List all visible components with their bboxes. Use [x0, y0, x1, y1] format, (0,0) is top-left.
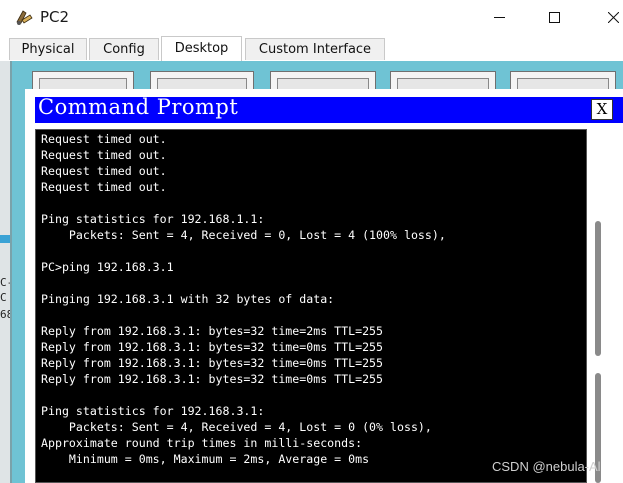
terminal-output[interactable]: Request timed out. Request timed out. Requ… — [35, 129, 587, 483]
packet-tracer-pc-icon — [16, 10, 33, 25]
maximize-icon — [549, 12, 560, 23]
scrollbar-thumb[interactable] — [595, 221, 601, 356]
tab-custom-interface[interactable]: Custom Interface — [245, 38, 385, 60]
window-titlebar: PC2 — [0, 0, 623, 36]
tab-desktop[interactable]: Desktop — [161, 36, 242, 61]
close-window-button[interactable] — [590, 0, 623, 36]
tab-physical[interactable]: Physical — [9, 38, 87, 60]
terminal-text: Request timed out. Request timed out. Requ… — [41, 131, 446, 467]
background-text-fragment: C — [0, 291, 7, 304]
command-prompt-window: Command Prompt X Request timed out. Reque… — [25, 89, 623, 483]
watermark: CSDN @nebula-Al — [492, 459, 601, 474]
terminal-line: Packets: Sent = 4, Received = 4, Lost = … — [41, 420, 432, 434]
command-prompt-titlebar: Command Prompt X — [35, 95, 623, 123]
terminal-line: Request timed out. — [41, 164, 167, 178]
terminal-line: Minimum = 0ms, Maximum = 2ms, Average = … — [41, 452, 370, 466]
window-title: PC2 — [40, 8, 70, 26]
tab-bar: Physical Config Desktop Custom Interface — [0, 36, 623, 61]
terminal-line: Packets: Sent = 4, Received = 0, Lost = … — [41, 228, 446, 242]
command-prompt-title: Command Prompt — [38, 95, 239, 119]
terminal-line: Ping statistics for 192.168.1.1: — [41, 212, 265, 226]
terminal-line: Reply from 192.168.3.1: bytes=32 time=0m… — [41, 356, 384, 370]
close-icon — [608, 12, 619, 23]
minimize-icon — [494, 17, 505, 18]
terminal-line: Reply from 192.168.3.1: bytes=32 time=0m… — [41, 372, 384, 386]
minimize-button[interactable] — [476, 0, 522, 36]
terminal-line: PC>ping 192.168.3.1 — [41, 260, 174, 274]
terminal-line: Request timed out. — [41, 132, 167, 146]
terminal-line: Approximate round trip times in milli-se… — [41, 436, 363, 450]
terminal-line: Request timed out. — [41, 148, 167, 162]
terminal-line: Reply from 192.168.3.1: bytes=32 time=2m… — [41, 324, 384, 338]
maximize-button[interactable] — [531, 0, 577, 36]
tab-config[interactable]: Config — [89, 38, 159, 60]
terminal-line: Reply from 192.168.3.1: bytes=32 time=0m… — [41, 340, 384, 354]
terminal-line: Request timed out. — [41, 180, 167, 194]
vertical-scrollbar[interactable] — [591, 129, 605, 483]
background-highlight — [0, 235, 10, 243]
background-window-edge: C- C 68 — [0, 61, 13, 483]
terminal-line: Pinging 192.168.3.1 with 32 bytes of dat… — [41, 292, 335, 306]
terminal-line: Ping statistics for 192.168.3.1: — [41, 404, 265, 418]
command-prompt-close-button[interactable]: X — [591, 99, 613, 120]
